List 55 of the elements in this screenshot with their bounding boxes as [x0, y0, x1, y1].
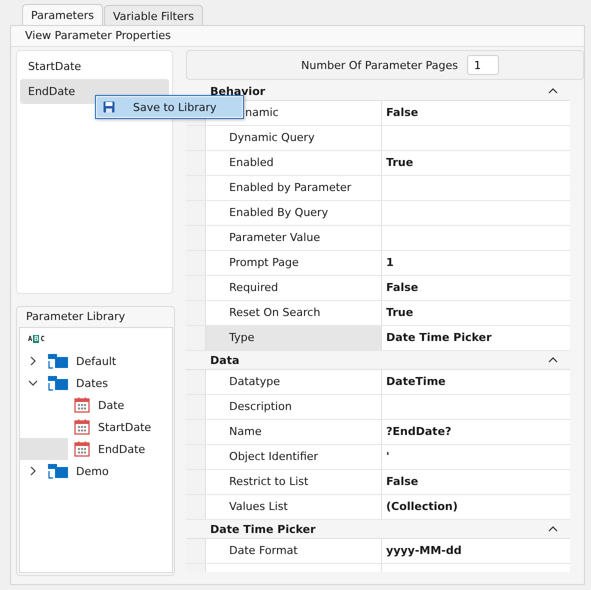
collapse-icon[interactable]	[548, 88, 558, 94]
collapsed-chevron-icon[interactable]	[28, 466, 38, 476]
property-name[interactable]: Prompt Page	[206, 251, 382, 275]
property-value[interactable]: '	[382, 445, 570, 469]
tab[interactable]: Parameters	[22, 4, 103, 26]
property-name[interactable]: Type	[206, 326, 382, 350]
property-name[interactable]: Dynamic Query	[206, 126, 382, 150]
property-value[interactable]: True	[382, 151, 570, 175]
property-name[interactable]: Required	[206, 276, 382, 300]
property-value[interactable]: Date Time Picker	[382, 326, 570, 350]
property-value[interactable]: ?EndDate?	[382, 420, 570, 444]
property-value[interactable]: (Collection)	[382, 495, 570, 519]
page-count-label: Number Of Parameter Pages	[301, 58, 458, 72]
property-name[interactable]: Parameter Value	[206, 226, 382, 250]
property-value[interactable]: False	[382, 101, 570, 125]
property-name[interactable]: Values List	[206, 495, 382, 519]
property-name[interactable]: Restrict to List	[206, 470, 382, 494]
property-name[interactable]: Object Identifier	[206, 445, 382, 469]
group-title: View Parameter Properties	[11, 26, 584, 47]
property-name[interactable]: Datatype	[206, 370, 382, 394]
expanded-chevron-icon[interactable]	[28, 378, 38, 388]
tree-item[interactable]: Demo	[76, 464, 109, 478]
property-name[interactable]: Reset On Search	[206, 301, 382, 325]
library-title: Parameter Library	[25, 309, 126, 325]
property-value[interactable]: DateTime	[382, 370, 570, 394]
calendar-icon	[74, 441, 90, 457]
property-name[interactable]: Enabled By Query	[206, 201, 382, 225]
property-name[interactable]: Enabled by Parameter	[206, 176, 382, 200]
property-name[interactable]: Name	[206, 420, 382, 444]
tree-item[interactable]: Default	[76, 354, 116, 368]
menu-item[interactable]: Save to Library	[97, 97, 242, 117]
calendar-icon	[74, 419, 90, 435]
collapsed-chevron-icon[interactable]	[28, 356, 38, 366]
folder-windows-icon	[48, 375, 68, 391]
property-value[interactable]: 1	[382, 251, 570, 275]
tree-item[interactable]: EndDate	[98, 442, 146, 456]
collapse-icon[interactable]	[548, 526, 558, 532]
property-value[interactable]: True	[382, 301, 570, 325]
tab[interactable]: Variable Filters	[104, 5, 203, 26]
parameter-item[interactable]: StartDate	[20, 54, 170, 79]
property-value[interactable]: False	[382, 470, 570, 494]
save-icon	[103, 101, 115, 113]
folder-windows-icon	[48, 463, 68, 479]
tree-item[interactable]: Date	[98, 398, 124, 412]
folder-windows-icon	[48, 353, 68, 369]
property-name[interactable]: Description	[206, 395, 382, 419]
tree-item[interactable]: StartDate	[98, 420, 152, 434]
property-value[interactable]: False	[382, 276, 570, 300]
tree-item[interactable]: Dates	[76, 376, 108, 390]
collapse-icon[interactable]	[548, 357, 558, 363]
property-name[interactable]: Enabled	[206, 151, 382, 175]
page-count-field[interactable]: 1	[466, 55, 499, 75]
property-value[interactable]: yyyy-MM-dd	[382, 539, 570, 563]
calendar-icon	[74, 397, 90, 413]
property-name[interactable]: Date Format	[206, 539, 382, 563]
